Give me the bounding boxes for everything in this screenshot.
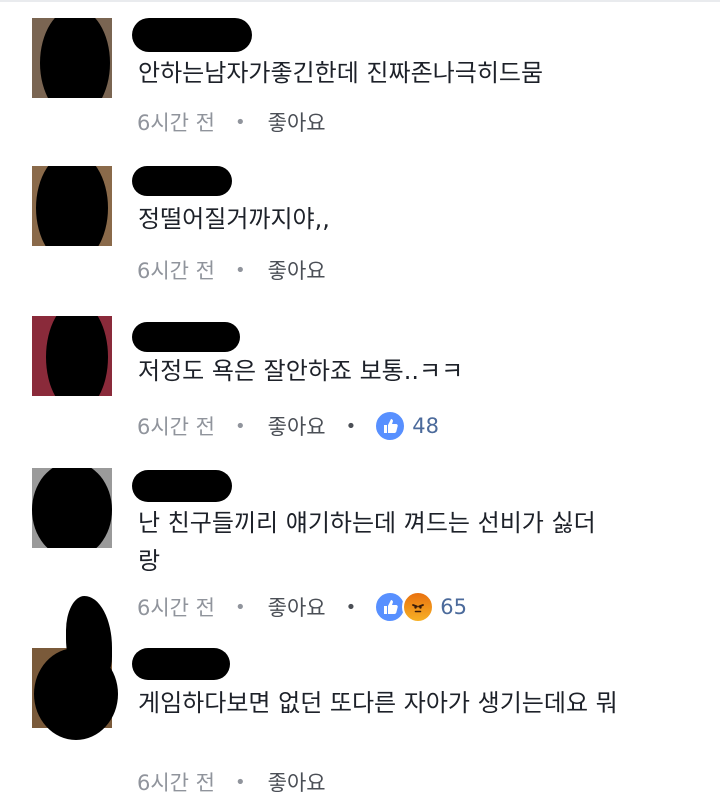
separator-dot: •: [235, 259, 246, 281]
avatar[interactable]: [32, 166, 112, 246]
commenter-name[interactable]: [132, 18, 252, 52]
reaction-summary[interactable]: 48: [374, 410, 439, 442]
commenter-name[interactable]: [132, 166, 232, 196]
comment-meta: 6시간 전 • 좋아요 • 65: [137, 591, 467, 623]
separator-dot: •: [345, 596, 357, 618]
comment-text: 게임하다보면 없던 또다른 자아가 생기는데요 뭐: [138, 689, 618, 717]
timestamp[interactable]: 6시간 전: [137, 767, 215, 797]
timestamp[interactable]: 6시간 전: [137, 255, 215, 285]
top-divider: [0, 0, 720, 2]
like-button[interactable]: 좋아요: [268, 411, 326, 441]
like-button[interactable]: 좋아요: [268, 767, 326, 797]
comment-meta: 6시간 전 • 좋아요: [137, 766, 326, 798]
avatar[interactable]: [32, 18, 112, 98]
separator-dot: •: [235, 596, 246, 618]
separator-dot: •: [345, 415, 357, 437]
angry-face-icon: [402, 591, 435, 623]
separator-dot: •: [235, 415, 246, 437]
like-button[interactable]: 좋아요: [268, 592, 326, 622]
avatar[interactable]: [32, 468, 112, 548]
commenter-name[interactable]: [132, 470, 232, 502]
like-button[interactable]: 좋아요: [268, 255, 326, 285]
comment-text: 난 친구들끼리 얘기하는데 껴드는 선비가 싫더랑: [138, 509, 596, 575]
commenter-name[interactable]: [132, 322, 240, 352]
thumbs-up-icon: [374, 410, 407, 442]
like-button[interactable]: 좋아요: [268, 107, 326, 137]
comment-meta: 6시간 전 • 좋아요: [137, 106, 326, 138]
separator-dot: •: [235, 771, 246, 793]
scribble-mark: [66, 596, 112, 682]
timestamp[interactable]: 6시간 전: [137, 107, 215, 137]
comment-meta: 6시간 전 • 좋아요: [137, 254, 326, 286]
reaction-count: 65: [440, 595, 467, 619]
reaction-summary[interactable]: 65: [374, 591, 467, 623]
timestamp[interactable]: 6시간 전: [137, 411, 215, 441]
comment-text: 저정도 욕은 잘안하죠 보통..ㅋㅋ: [138, 357, 464, 385]
avatar[interactable]: [32, 316, 112, 396]
comment-meta: 6시간 전 • 좋아요 • 48: [137, 410, 439, 442]
reaction-count: 48: [412, 414, 439, 438]
separator-dot: •: [235, 111, 246, 133]
comment-text: 정떨어질거까지야,,: [138, 205, 330, 233]
commenter-name[interactable]: [132, 648, 230, 680]
comment-text: 안하는남자가좋긴한데 진짜존나극히드뭄: [138, 59, 544, 87]
timestamp[interactable]: 6시간 전: [137, 592, 215, 622]
